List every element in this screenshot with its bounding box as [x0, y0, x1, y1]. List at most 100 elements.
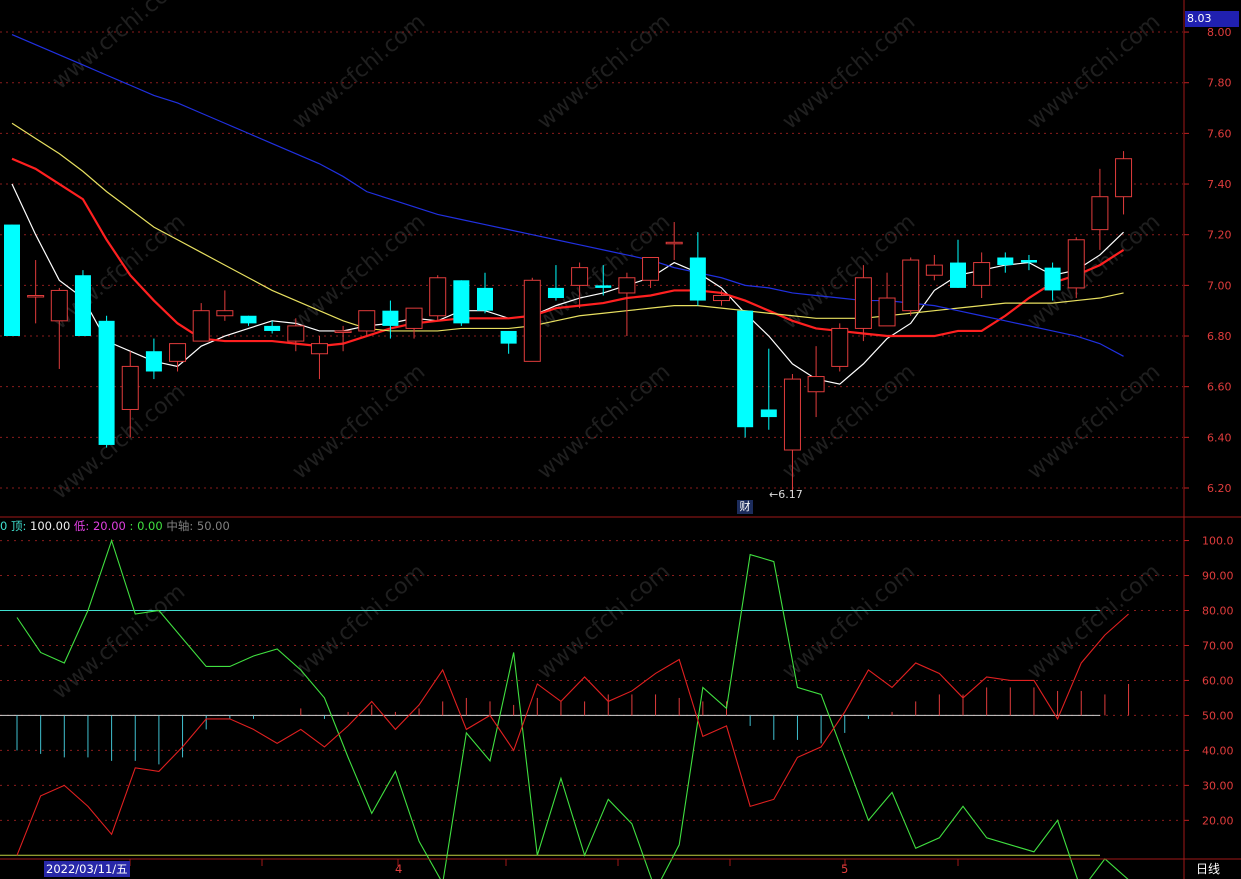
legend-low-label: 低: — [73, 519, 93, 533]
indicator-tick-label: 20.00 — [1202, 814, 1234, 827]
period-selector[interactable]: 日线 — [1196, 861, 1220, 877]
candle-body-up — [405, 307, 423, 329]
price-tick-label: 6.80 — [1207, 330, 1232, 343]
watermark-text: www.cfchi.com — [533, 359, 675, 484]
event-marker[interactable]: 财 — [737, 500, 753, 514]
watermark-text: www.cfchi.com — [288, 9, 430, 134]
price-tick-label: 7.80 — [1207, 77, 1232, 90]
price-tick-label: 7.40 — [1207, 178, 1232, 191]
price-tick-label: 6.40 — [1207, 431, 1232, 444]
candle-body-up — [1115, 158, 1133, 198]
legend-mid-value: 50.00 — [196, 519, 230, 533]
watermark-text: www.cfchi.com — [1023, 9, 1165, 134]
watermark-text: www.cfchi.com — [1023, 359, 1165, 484]
watermark-text: www.cfchi.com — [1023, 559, 1165, 684]
indicator-tick-label: 40.00 — [1202, 744, 1234, 757]
indicator-tick-label: 70.00 — [1202, 639, 1234, 652]
candle-body-up — [523, 279, 541, 362]
indicator-tick-label: 80.00 — [1202, 605, 1234, 618]
candle-body-down — [595, 285, 612, 288]
candle-body-up — [287, 325, 305, 342]
candle-body-up — [429, 277, 447, 317]
candle-body-up — [358, 310, 376, 332]
candle-body-down — [98, 320, 115, 445]
indicator-tick-label: 90.00 — [1202, 570, 1234, 583]
watermark-text: www.cfchi.com — [533, 9, 675, 134]
indicator-tick-label: 30.00 — [1202, 779, 1234, 792]
price-tick-label: 7.00 — [1207, 279, 1232, 292]
candle-body-down — [500, 330, 517, 344]
candle-body-up — [27, 294, 45, 298]
legend-low-value: 20.00 — [92, 519, 126, 533]
legend-sep-label: : — [129, 519, 138, 533]
min-price-marker: ←6.17 — [769, 488, 803, 501]
candle-body-down — [950, 262, 966, 288]
candle-body-up — [665, 241, 683, 245]
candle-body-up — [925, 264, 943, 276]
candle-body-down — [477, 287, 493, 311]
candle-body-up — [169, 343, 187, 362]
price-tick-label: 7.20 — [1207, 229, 1232, 242]
candle-body-up — [310, 343, 328, 355]
candle-body-down — [997, 257, 1014, 266]
candle-body-down — [1044, 267, 1061, 291]
legend-mid-label: 中轴: — [166, 519, 197, 533]
legend-sep-value: 0.00 — [137, 519, 163, 533]
candle-body-down — [264, 325, 281, 331]
legend-prefix: 0 — [0, 519, 8, 533]
price-tick-label: 8.00 — [1207, 26, 1232, 39]
candle-body-down — [382, 310, 399, 326]
candle-body-up — [642, 256, 660, 281]
candle-body-up — [902, 259, 920, 312]
candle-body-up — [50, 289, 68, 322]
candle-body-down — [145, 351, 162, 372]
price-tick-label: 6.60 — [1207, 381, 1232, 394]
price-tick-label: 7.60 — [1207, 127, 1232, 140]
watermark-text: www.cfchi.com — [778, 209, 920, 334]
watermark-text: www.cfchi.com — [778, 559, 920, 684]
candle-body-up — [121, 365, 139, 410]
watermark-text: www.cfchi.com — [288, 559, 430, 684]
candle-body-down — [240, 315, 257, 324]
candle-body-down — [689, 257, 706, 301]
candle-body-up — [783, 378, 801, 451]
watermark-text: www.cfchi.com — [533, 559, 675, 684]
candle-body-down — [760, 409, 777, 418]
price-top-label: 8.03 — [1185, 11, 1239, 27]
indicator-legend: 0 顶: 100.00 低: 20.00 : 0.00 中轴: 50.00 — [0, 518, 230, 534]
candle-body-down — [453, 280, 470, 324]
indicator-tick-label: 50.00 — [1202, 709, 1234, 722]
legend-top-value: 100.00 — [30, 519, 71, 533]
month-label-5: 5 — [841, 862, 849, 876]
watermark-layer: www.cfchi.com www.cfchi.com www.cfchi.com w… — [48, 0, 1165, 705]
watermark-text: www.cfchi.com — [288, 359, 430, 484]
candle-body-up — [831, 327, 849, 367]
watermark-text: www.cfchi.com — [778, 9, 920, 134]
candle-body-up — [713, 294, 730, 302]
month-label-4: 4 — [395, 862, 403, 876]
candle-body-up — [807, 376, 825, 393]
watermark-text: www.cfchi.com — [48, 379, 190, 504]
candle-body-up — [878, 297, 896, 327]
candle-body-down — [547, 287, 564, 299]
candle-body-up — [334, 330, 352, 333]
candle-body-up — [216, 310, 234, 317]
candle-body-up — [618, 277, 636, 294]
candle-body-down — [74, 275, 91, 337]
candle-body-down — [737, 310, 754, 428]
candle-body-up — [192, 310, 210, 342]
watermark-text: www.cfchi.com — [48, 579, 190, 704]
indicator-tick-label: 60.00 — [1202, 674, 1234, 687]
candle-body-up — [1091, 196, 1109, 231]
candle-body-up — [571, 267, 589, 286]
candle-body-up — [1067, 239, 1085, 289]
stock-chart: www.cfchi.com www.cfchi.com www.cfchi.com w… — [0, 0, 1241, 879]
candle-body-down — [1020, 260, 1037, 263]
candle-body-up — [854, 277, 872, 329]
candle-body-up — [973, 262, 991, 286]
price-tick-label: 6.20 — [1207, 482, 1232, 495]
indicator-tick-label: 100.0 — [1202, 535, 1234, 548]
candle-body-down — [4, 224, 20, 337]
selected-date: 2022/03/11/五 — [44, 861, 130, 877]
legend-top-label: 顶: — [10, 519, 31, 533]
